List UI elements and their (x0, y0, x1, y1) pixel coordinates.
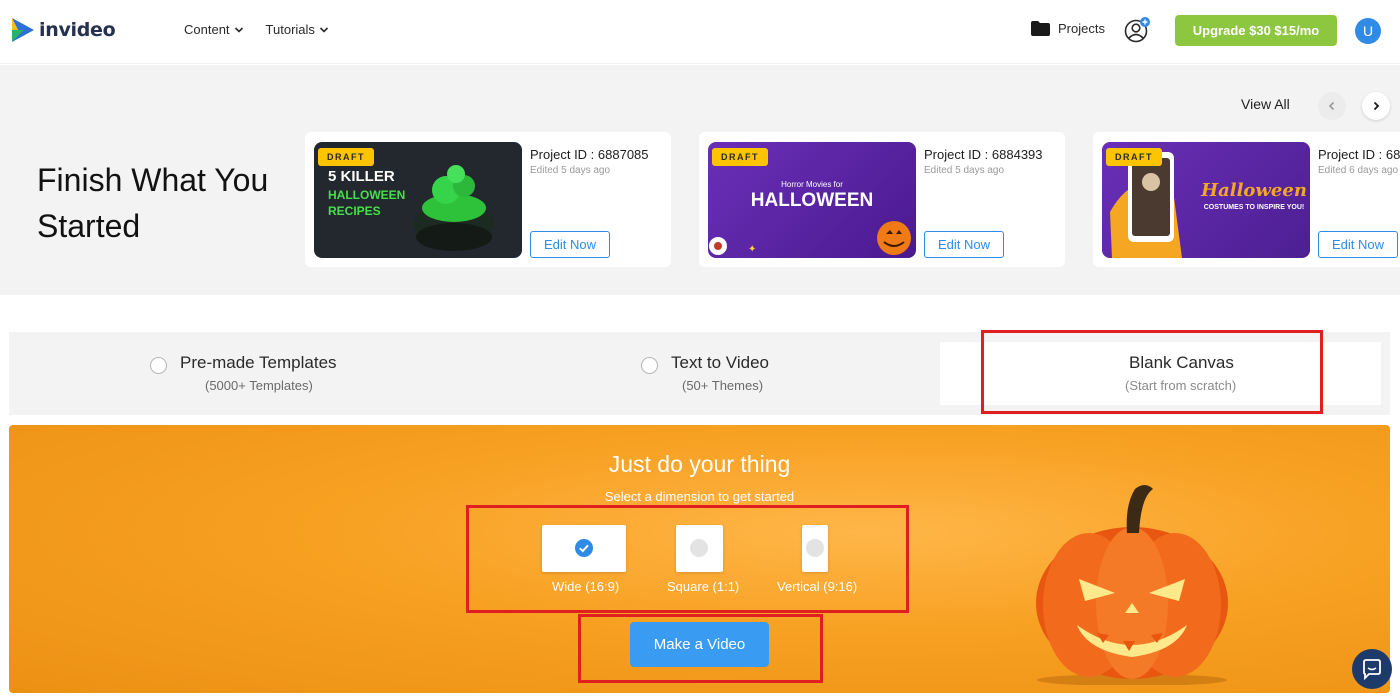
logo[interactable]: invideo (10, 16, 116, 44)
dimension-preview[interactable] (676, 525, 723, 572)
finish-title: Finish What You Started (37, 162, 269, 244)
draft-badge: DRAFT (318, 148, 374, 166)
project-thumbnail[interactable]: ✦ Horror Movies for HALLOWEEN DRAFT (708, 142, 916, 258)
dimension-preview[interactable] (802, 525, 828, 572)
project-thumbnail[interactable]: Halloween COSTUMES TO INSPIRE YOU! DRAFT (1102, 142, 1310, 258)
chevron-left-icon (1328, 101, 1335, 111)
view-all-link[interactable]: View All (1241, 96, 1290, 112)
option-title: Text to Video (671, 353, 769, 372)
thumb-text: RECIPES (328, 204, 381, 218)
make-video-button[interactable]: Make a Video (630, 622, 769, 667)
creation-options: Pre-made Templates (5000+ Templates) Tex… (9, 332, 1390, 415)
dimension-radio (806, 539, 824, 557)
edit-now-button[interactable]: Edit Now (924, 231, 1004, 258)
project-card[interactable]: Halloween COSTUMES TO INSPIRE YOU! DRAFT… (1093, 132, 1400, 267)
project-id: Project ID : 6887085 (530, 147, 649, 162)
chevron-down-icon (234, 26, 243, 33)
finish-section: Finish What You Started View All 5 KILLE… (0, 65, 1400, 295)
option-subtitle: (Start from scratch) (1125, 378, 1237, 393)
project-id: Project ID : 6884393 (924, 147, 1043, 162)
blank-canvas-banner: Just do your thing Select a dimension to… (9, 425, 1390, 693)
thumb-text: Halloween (1201, 180, 1307, 201)
edit-now-button[interactable]: Edit Now (1318, 231, 1398, 258)
option-premade-templates[interactable]: Pre-made Templates (5000+ Templates) (149, 332, 389, 415)
project-card[interactable]: 5 KILLER HALLOWEEN RECIPES DRAFT Project… (305, 132, 671, 267)
logo-text: invideo (39, 19, 116, 41)
edit-now-button[interactable]: Edit Now (530, 231, 610, 258)
dimension-radio-checked (575, 539, 593, 557)
draft-badge: DRAFT (712, 148, 768, 166)
invideo-logo-icon (10, 16, 36, 44)
draft-badge: DRAFT (1106, 148, 1162, 166)
chevron-right-icon (1373, 101, 1380, 111)
option-subtitle: (5000+ Templates) (205, 378, 313, 393)
project-id: Project ID : 68 (1318, 147, 1400, 162)
dimension-square[interactable]: Square (1:1) (666, 425, 746, 605)
edited-time: Edited 5 days ago (530, 165, 611, 176)
thumb-text: COSTUMES TO INSPIRE YOU! (1203, 204, 1305, 211)
user-add-icon (1124, 17, 1150, 43)
option-subtitle: (50+ Themes) (682, 378, 764, 393)
thumb-text: HALLOWEEN (750, 190, 874, 211)
radio-button[interactable] (150, 357, 167, 374)
thumb-text: HALLOWEEN (328, 188, 406, 202)
dimension-wide[interactable]: Wide (16:9) (542, 425, 642, 605)
dimension-radio (690, 539, 708, 557)
dimension-label: Wide (16:9) (552, 579, 620, 594)
edited-time: Edited 6 days ago (1318, 165, 1399, 176)
pumpkin-icon (1036, 485, 1228, 685)
nav-tutorials-label: Tutorials (265, 22, 315, 37)
chat-button[interactable] (1352, 649, 1392, 689)
option-title: Pre-made Templates (180, 353, 337, 372)
radio-button-checked[interactable] (940, 344, 957, 363)
thumb-text: 5 KILLER (328, 168, 395, 185)
top-header: invideo Content Tutorials Projects Upgra… (0, 0, 1400, 64)
avatar[interactable]: U (1355, 18, 1381, 44)
thumb-text: Horror Movies for (781, 180, 843, 189)
projects-label: Projects (1058, 21, 1105, 36)
carousel-prev-button[interactable] (1318, 92, 1346, 120)
dimension-label: Square (1:1) (667, 579, 740, 594)
option-title: Blank Canvas (1129, 353, 1234, 372)
dimension-label: Vertical (9:16) (777, 579, 858, 594)
nav-content[interactable]: Content (184, 22, 244, 37)
radio-button[interactable] (641, 357, 658, 374)
svg-text:✦: ✦ (748, 244, 756, 255)
project-thumbnail[interactable]: 5 KILLER HALLOWEEN RECIPES DRAFT (314, 142, 522, 258)
invite-user-button[interactable] (1124, 16, 1152, 44)
main-nav: Content Tutorials (184, 22, 351, 37)
projects-link[interactable]: Projects (1031, 21, 1105, 36)
edited-time: Edited 5 days ago (924, 165, 1005, 176)
project-card[interactable]: ✦ Horror Movies for HALLOWEEN DRAFT Proj… (699, 132, 1065, 267)
check-icon (943, 347, 954, 355)
nav-tutorials[interactable]: Tutorials (266, 22, 329, 37)
chat-icon (1363, 659, 1381, 680)
option-text-to-video[interactable]: Text to Video (50+ Themes) (640, 332, 840, 415)
nav-content-label: Content (184, 22, 230, 37)
carousel-next-button[interactable] (1362, 92, 1390, 120)
dimension-preview[interactable] (542, 525, 626, 572)
option-blank-canvas[interactable]: Blank Canvas (Start from scratch) (940, 342, 1381, 405)
check-icon (579, 544, 589, 553)
upgrade-button[interactable]: Upgrade $30 $15/mo (1175, 15, 1337, 46)
dimension-vertical[interactable]: Vertical (9:16) (776, 425, 866, 605)
chevron-down-icon (319, 26, 328, 33)
folder-icon (1031, 21, 1050, 36)
